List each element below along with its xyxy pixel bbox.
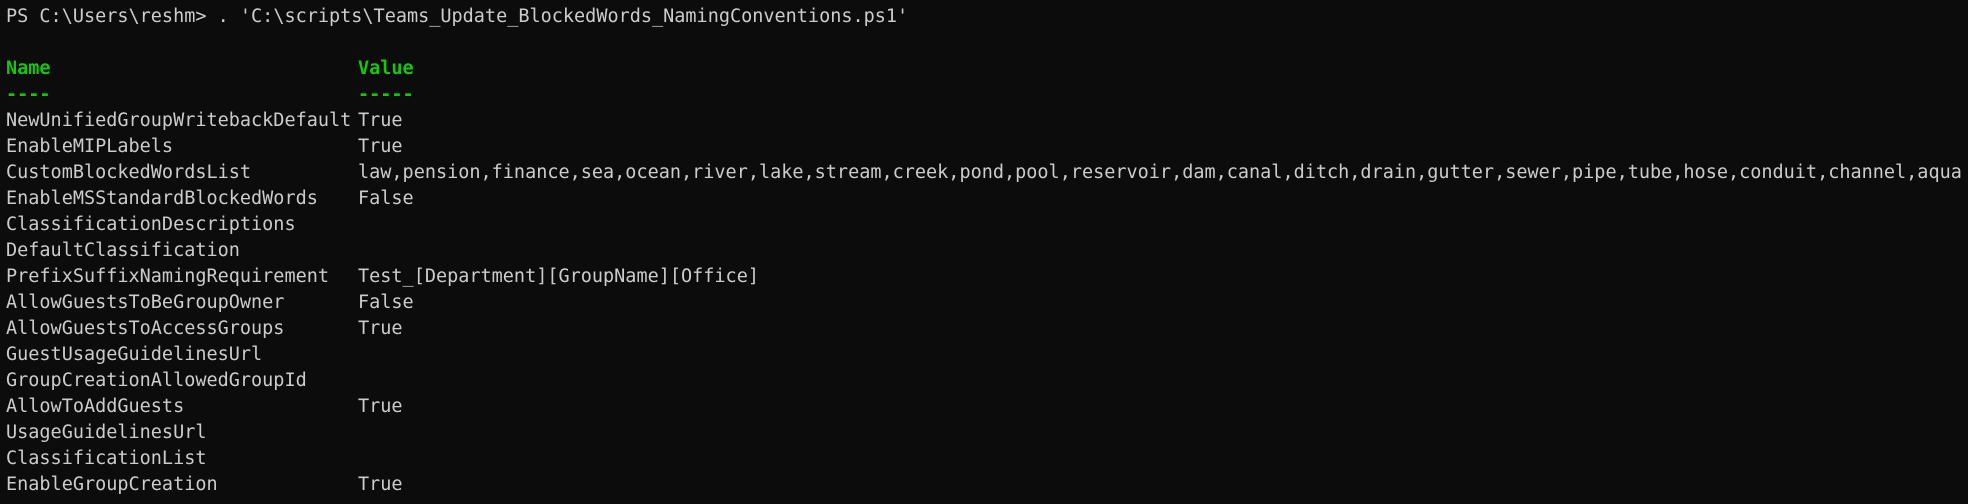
table-row: EnableGroupCreation True bbox=[6, 472, 1968, 498]
setting-name: EnableMSStandardBlockedWords bbox=[6, 188, 318, 209]
table-row: ClassificationList bbox=[6, 446, 1968, 472]
setting-value: Test_[Department][GroupName][Office] bbox=[358, 266, 759, 287]
table-row: PrefixSuffixNamingRequirement Test_[Depa… bbox=[6, 264, 1968, 290]
table-row: DefaultClassification bbox=[6, 238, 1968, 264]
table-row: EnableMIPLabels True bbox=[6, 134, 1968, 160]
setting-name: ClassificationList bbox=[6, 448, 207, 469]
table-header-separator: ---- ----- bbox=[6, 82, 1968, 108]
setting-name: GuestUsageGuidelinesUrl bbox=[6, 344, 263, 365]
setting-name: NewUnifiedGroupWritebackDefault bbox=[6, 110, 352, 131]
table-row: AllowGuestsToAccessGroups True bbox=[6, 316, 1968, 342]
setting-value: True bbox=[358, 396, 403, 417]
table-row: GuestUsageGuidelinesUrl bbox=[6, 342, 1968, 368]
setting-name: ClassificationDescriptions bbox=[6, 214, 296, 235]
setting-name: EnableGroupCreation bbox=[6, 474, 218, 495]
table-row: CustomBlockedWordsList law,pension,finan… bbox=[6, 160, 1968, 186]
setting-name: AllowGuestsToBeGroupOwner bbox=[6, 292, 285, 313]
setting-value: False bbox=[358, 292, 414, 313]
setting-name: AllowGuestsToAccessGroups bbox=[6, 318, 285, 339]
name-column-separator: ---- bbox=[6, 84, 51, 105]
setting-value: True bbox=[358, 136, 403, 157]
setting-value: True bbox=[358, 474, 403, 495]
setting-value: law,pension,finance,sea,ocean,river,lake… bbox=[358, 162, 1962, 183]
setting-value: False bbox=[358, 188, 414, 209]
table-row: NewUnifiedGroupWritebackDefault True bbox=[6, 108, 1968, 134]
table-row: ClassificationDescriptions bbox=[6, 212, 1968, 238]
command-text: . 'C:\scripts\Teams_Update_BlockedWords_… bbox=[217, 6, 909, 27]
setting-value: True bbox=[358, 318, 403, 339]
setting-name: GroupCreationAllowedGroupId bbox=[6, 370, 307, 391]
setting-name: UsageGuidelinesUrl bbox=[6, 422, 207, 443]
command-line: PS C:\Users\reshm> . 'C:\scripts\Teams_U… bbox=[6, 4, 1968, 30]
setting-value: True bbox=[358, 110, 403, 131]
table-row: GroupCreationAllowedGroupId bbox=[6, 368, 1968, 394]
value-column-separator: ----- bbox=[358, 84, 414, 105]
setting-name: PrefixSuffixNamingRequirement bbox=[6, 266, 330, 287]
table-row: AllowGuestsToBeGroupOwner False bbox=[6, 290, 1968, 316]
table-header: Name Value bbox=[6, 56, 1968, 82]
table-row: EnableMSStandardBlockedWords False bbox=[6, 186, 1968, 212]
setting-name: CustomBlockedWordsList bbox=[6, 162, 252, 183]
terminal-window[interactable]: PS C:\Users\reshm> . 'C:\scripts\Teams_U… bbox=[0, 0, 1968, 504]
setting-name: EnableMIPLabels bbox=[6, 136, 174, 157]
name-column-header: Name bbox=[6, 58, 51, 79]
value-column-header: Value bbox=[358, 58, 414, 79]
setting-name: AllowToAddGuests bbox=[6, 396, 185, 417]
table-row: AllowToAddGuests True bbox=[6, 394, 1968, 420]
setting-name: DefaultClassification bbox=[6, 240, 240, 261]
prompt: PS C:\Users\reshm> bbox=[6, 6, 218, 27]
table-row: UsageGuidelinesUrl bbox=[6, 420, 1968, 446]
